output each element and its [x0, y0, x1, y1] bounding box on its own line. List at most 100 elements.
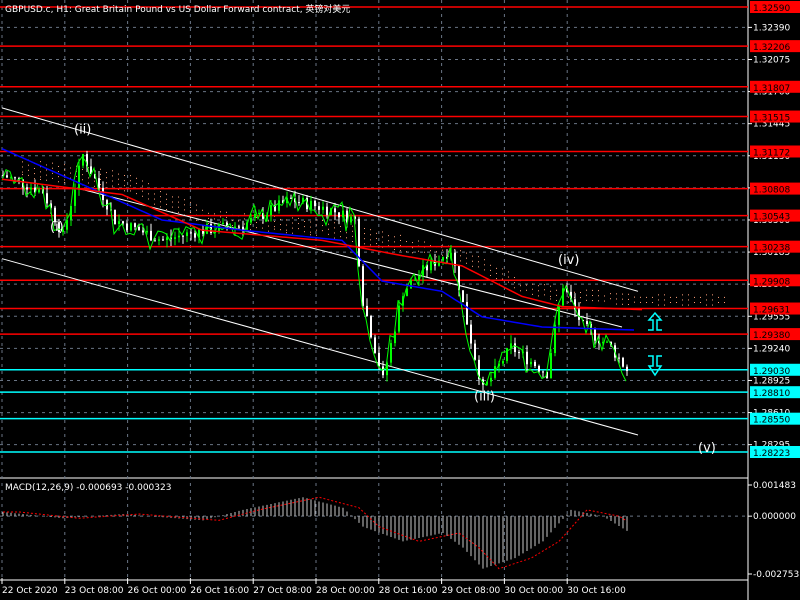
- cloud-dot: [268, 230, 269, 232]
- cloud-dot: [472, 255, 473, 257]
- cloud-dot: [304, 220, 305, 222]
- cloud-dot: [520, 285, 521, 287]
- cloud-dot: [328, 233, 329, 235]
- cloud-dot: [100, 168, 101, 170]
- cloud-dot: [280, 229, 281, 231]
- support-label: 1.28810: [753, 389, 790, 399]
- cloud-dot: [604, 295, 605, 297]
- cloud-dot: [676, 296, 677, 298]
- cloud-dot: [34, 173, 35, 175]
- cloud-dot: [142, 185, 143, 187]
- cloud-dot: [64, 164, 65, 166]
- cloud-dot: [550, 285, 551, 287]
- cloud-dot: [328, 223, 329, 225]
- cloud-dot: [604, 300, 605, 302]
- cloud-dot: [160, 196, 161, 198]
- time-label: 22 Oct 2020: [2, 586, 58, 596]
- cloud-dot: [592, 294, 593, 296]
- time-label: 26 Oct 16:00: [190, 586, 249, 596]
- candle-body: [470, 324, 472, 344]
- cloud-dot: [232, 225, 233, 227]
- cloud-dot: [22, 174, 23, 176]
- cloud-dot: [58, 165, 59, 167]
- cloud-dot: [46, 164, 47, 166]
- candle-body: [234, 226, 236, 229]
- resistance-label: 1.29631: [753, 306, 790, 316]
- resistance-label: 1.29908: [753, 277, 790, 287]
- cloud-dot: [508, 276, 509, 278]
- cloud-dot: [334, 237, 335, 239]
- cloud-dot: [244, 228, 245, 230]
- cloud-dot: [544, 294, 545, 296]
- cloud-dot: [418, 240, 419, 242]
- cloud-dot: [172, 196, 173, 198]
- cloud-dot: [130, 180, 131, 182]
- cloud-dot: [100, 173, 101, 175]
- cloud-dot: [28, 164, 29, 166]
- cloud-dot: [394, 249, 395, 251]
- cloud-dot: [514, 287, 515, 289]
- cloud-dot: [412, 252, 413, 254]
- cloud-dot: [316, 219, 317, 221]
- cloud-dot: [148, 198, 149, 200]
- candle-body: [334, 208, 336, 213]
- cloud-dot: [682, 294, 683, 296]
- cloud-dot: [430, 250, 431, 252]
- candle-body: [158, 239, 160, 241]
- cloud-dot: [166, 203, 167, 205]
- price-chart[interactable]: 22 Oct 2020 23 Oct 08:00 26 Oct 00:00 26 Oc…: [0, 0, 800, 600]
- candle-body: [414, 279, 416, 281]
- candle-body: [138, 226, 140, 231]
- cloud-dot: [490, 264, 491, 266]
- cloud-dot: [550, 295, 551, 297]
- price-label: 1.29240: [753, 344, 790, 354]
- cloud-dot: [286, 232, 287, 234]
- cloud-dot: [496, 278, 497, 280]
- cloud-dot: [106, 177, 107, 179]
- price-label: 1.32075: [753, 55, 790, 65]
- cloud-dot: [190, 212, 191, 214]
- cloud-dot: [340, 231, 341, 233]
- cloud-dot: [244, 213, 245, 215]
- cloud-dot: [148, 193, 149, 195]
- cloud-dot: [592, 289, 593, 291]
- candle-body: [254, 213, 256, 218]
- candle-body: [166, 237, 168, 241]
- candle-body: [114, 209, 116, 225]
- candle-body: [374, 337, 376, 353]
- cloud-dot: [256, 216, 257, 218]
- cloud-dot: [322, 219, 323, 221]
- candle-body: [298, 202, 300, 204]
- cloud-dot: [664, 304, 665, 306]
- cloud-dot: [310, 231, 311, 233]
- cloud-dot: [166, 193, 167, 195]
- cloud-dot: [388, 235, 389, 237]
- cloud-dot: [292, 222, 293, 224]
- cloud-dot: [556, 299, 557, 301]
- cloud-dot: [322, 225, 323, 227]
- candle-body: [506, 347, 508, 361]
- cloud-dot: [40, 171, 41, 173]
- cloud-dot: [466, 252, 467, 254]
- candle-body: [150, 230, 152, 241]
- time-label: 30 Oct 00:00: [504, 586, 563, 596]
- channel-line-upper: [1, 107, 639, 292]
- cloud-dot: [28, 174, 29, 176]
- cloud-dot: [190, 206, 191, 208]
- candle-body: [222, 222, 224, 225]
- cloud-dot: [82, 174, 83, 176]
- cloud-dot: [364, 243, 365, 245]
- candle-body: [490, 377, 492, 382]
- cloud-dot: [124, 190, 125, 192]
- cloud-dot: [574, 291, 575, 293]
- cloud-dot: [460, 260, 461, 262]
- cloud-dot: [406, 251, 407, 253]
- cloud-dot: [70, 172, 71, 174]
- cloud-dot: [514, 277, 515, 279]
- cloud-dot: [190, 201, 191, 203]
- cloud-dot: [124, 185, 125, 187]
- cloud-dot: [652, 296, 653, 298]
- cloud-dot: [100, 178, 101, 180]
- candle-body: [474, 343, 476, 360]
- cloud-dot: [610, 293, 611, 295]
